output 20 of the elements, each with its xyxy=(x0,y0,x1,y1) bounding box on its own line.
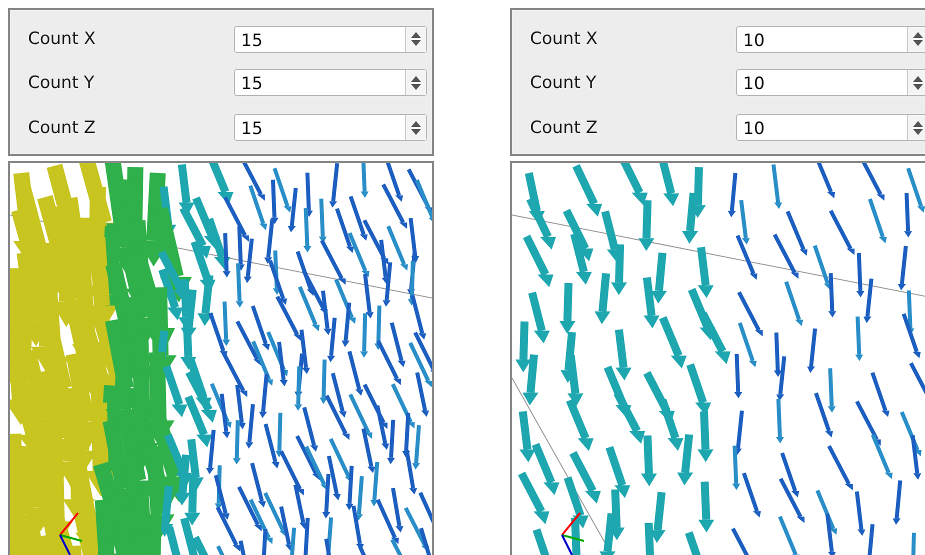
spin-box[interactable]: 15 xyxy=(234,69,427,96)
up-down-arrows-icon[interactable] xyxy=(907,26,925,52)
spin-box[interactable]: 10 xyxy=(736,26,925,52)
field-label: Count Z xyxy=(530,118,598,138)
up-down-arrows-icon[interactable] xyxy=(907,70,925,95)
spin-box[interactable]: 10 xyxy=(736,69,925,96)
up-down-arrows-icon[interactable] xyxy=(907,115,925,140)
up-down-arrows-icon[interactable] xyxy=(405,70,426,95)
field-label: Count Y xyxy=(530,72,596,92)
axis-triad-icon xyxy=(59,512,82,555)
spin-box[interactable]: 10 xyxy=(736,114,925,141)
spin-box[interactable]: 15 xyxy=(234,26,427,52)
field-label: Count X xyxy=(28,29,96,49)
spin-box[interactable]: 15 xyxy=(234,114,427,141)
up-down-arrows-icon[interactable] xyxy=(405,26,426,52)
up-down-arrows-icon[interactable] xyxy=(405,115,426,140)
field-label: Count Y xyxy=(28,72,94,92)
axis-triad-icon xyxy=(561,512,584,555)
field-label: Count Z xyxy=(28,118,96,138)
field-label: Count X xyxy=(530,29,598,49)
